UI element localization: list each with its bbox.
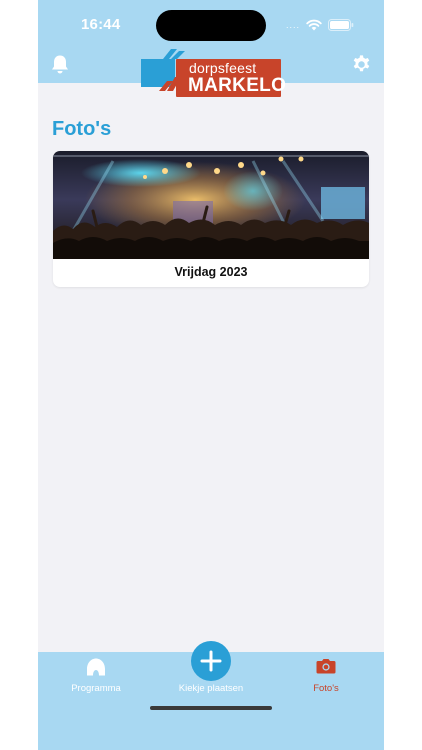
dynamic-island bbox=[156, 10, 266, 41]
gear-icon[interactable] bbox=[351, 54, 372, 75]
logo-text-big: MARKELO bbox=[188, 75, 287, 96]
app-screen: 16:44 .... dorpsfeest MARKELO Foto's Vri… bbox=[38, 0, 384, 750]
photo-album-card[interactable]: Vrijdag 2023 bbox=[53, 151, 369, 287]
home-indicator[interactable] bbox=[150, 706, 272, 710]
page-title: Foto's bbox=[52, 118, 112, 140]
concert-crowd-photo bbox=[53, 151, 369, 259]
album-title: Vrijdag 2023 bbox=[174, 265, 248, 279]
tab-label: Kiekje plaatsen bbox=[178, 683, 244, 694]
tab-fotos[interactable]: Foto's bbox=[271, 652, 381, 697]
tab-label: Programma bbox=[71, 683, 121, 694]
tab-label: Foto's bbox=[313, 683, 339, 694]
wifi-icon bbox=[306, 19, 322, 31]
status-icons: .... bbox=[286, 18, 354, 32]
battery-icon bbox=[328, 19, 354, 31]
dorpsfeest-logo: dorpsfeest MARKELO bbox=[141, 49, 286, 99]
logo-text-small: dorpsfeest bbox=[189, 60, 257, 76]
app-header: 16:44 .... dorpsfeest MARKELO bbox=[38, 0, 384, 97]
tab-programma[interactable]: Programma bbox=[41, 652, 151, 697]
plus-icon bbox=[200, 650, 222, 672]
tent-icon bbox=[87, 658, 105, 676]
status-time: 16:44 bbox=[81, 16, 121, 33]
camera-icon bbox=[316, 659, 336, 674]
signal-dots: .... bbox=[285, 20, 300, 30]
bell-icon[interactable] bbox=[50, 54, 70, 76]
add-photo-button[interactable] bbox=[191, 641, 231, 681]
